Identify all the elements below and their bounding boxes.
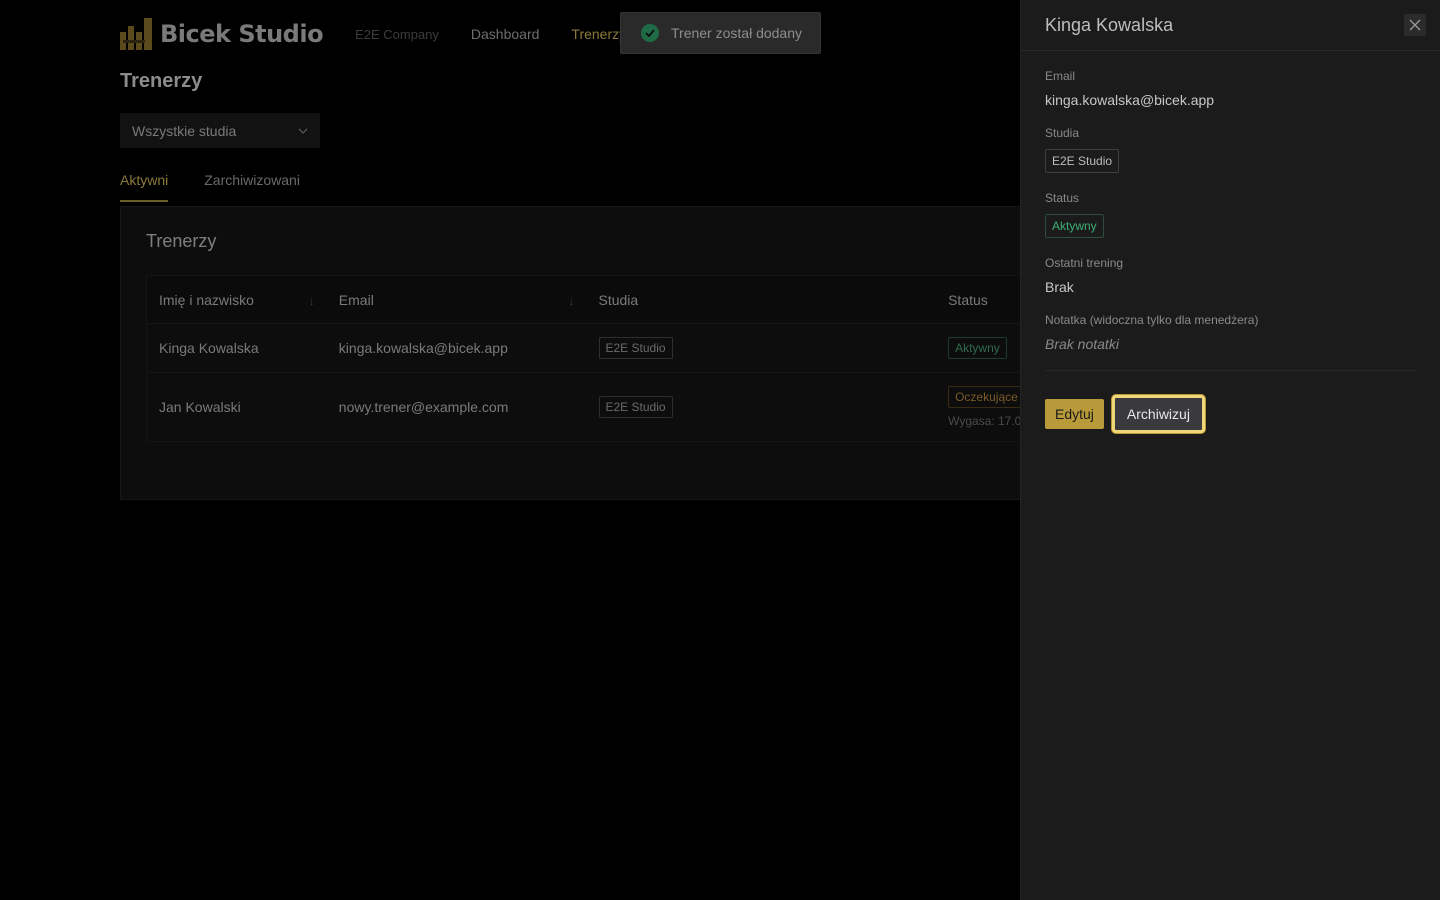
cell-status: Oczekujące Wygasa: 17.0 (936, 386, 1031, 428)
field-label: Email (1045, 69, 1076, 83)
page-title: Trenerzy (120, 70, 203, 92)
top-navigation: Bicek Studio E2E Company Dashboard Trene… (120, 14, 626, 54)
company-name[interactable]: E2E Company (355, 27, 439, 42)
table-header: Imię i nazwisko ↓ Email ↓ Studia Status (147, 276, 1031, 324)
field-label: Studia (1045, 126, 1080, 140)
field-studio: Studia E2E Studio (1045, 126, 1416, 173)
trainer-details-drawer: Kinga Kowalska Email kinga.kowalska@bice… (1020, 0, 1440, 900)
cell-name: Jan Kowalski (159, 399, 241, 415)
status-badge: Oczekujące (948, 386, 1025, 408)
close-button[interactable] (1404, 14, 1426, 36)
field-status: Status Aktywny (1045, 191, 1416, 238)
invite-expiry: Wygasa: 17.0 (948, 414, 1022, 428)
cell-studio: E2E Studio (587, 337, 937, 359)
field-label: Ostatni trening (1045, 256, 1124, 270)
drawer-header: Kinga Kowalska (1021, 0, 1440, 51)
brand-name: Bicek Studio (160, 20, 324, 48)
column-header-name[interactable]: Imię i nazwisko ↓ (147, 292, 327, 308)
toast-message: Trener został dodany (671, 25, 802, 41)
tab-archived[interactable]: Zarchiwizowani (204, 172, 300, 202)
studio-chip: E2E Studio (598, 396, 673, 418)
field-value: Brak (1045, 279, 1074, 295)
edit-button[interactable]: Edytuj (1045, 399, 1104, 429)
chevron-down-icon (298, 125, 308, 137)
drawer-title: Kinga Kowalska (1045, 14, 1174, 35)
cell-email: kinga.kowalska@bicek.app (338, 340, 508, 356)
success-toast: Trener został dodany (620, 12, 821, 54)
card-title: Trenerzy (146, 231, 217, 251)
main-nav: E2E Company Dashboard Trenerzy (355, 26, 626, 42)
field-email: Email kinga.kowalska@bicek.app (1045, 69, 1416, 108)
table-row[interactable]: Jan Kowalski nowy.trener@example.com E2E… (147, 373, 1031, 441)
field-value: kinga.kowalska@bicek.app (1045, 92, 1215, 108)
studio-filter-value: Wszystkie studia (132, 122, 237, 139)
field-last-training: Ostatni trening Brak (1045, 256, 1416, 295)
studio-filter-select[interactable]: Wszystkie studia (120, 113, 320, 148)
cell-studio: E2E Studio (587, 396, 937, 418)
nav-dashboard[interactable]: Dashboard (471, 26, 540, 42)
close-icon (1409, 19, 1421, 31)
cell-email: nowy.trener@example.com (338, 399, 509, 415)
field-value: Brak notatki (1045, 336, 1119, 352)
sort-arrow-icon[interactable]: ↓ (569, 294, 575, 308)
sort-arrow-icon[interactable]: ↓ (309, 294, 315, 308)
nav-trainers[interactable]: Trenerzy (571, 26, 626, 42)
drawer-body: Email kinga.kowalska@bicek.app Studia E2… (1021, 51, 1440, 433)
column-header-status: Status (948, 291, 988, 308)
archive-button[interactable]: Archiwizuj (1111, 395, 1205, 433)
drawer-actions: Edytuj Archiwizuj (1045, 395, 1416, 433)
trainers-table: Imię i nazwisko ↓ Email ↓ Studia Status … (146, 275, 1031, 442)
status-badge: Aktywny (1045, 214, 1104, 238)
tab-active[interactable]: Aktywni (120, 172, 169, 202)
studio-chip: E2E Studio (598, 337, 673, 359)
status-badge: Aktywny (948, 337, 1007, 359)
field-note: Notatka (widoczna tylko dla menedżera) B… (1045, 313, 1416, 352)
cell-status: Aktywny (936, 337, 1031, 359)
field-label: Notatka (widoczna tylko dla menedżera) (1045, 313, 1259, 327)
field-label: Status (1045, 191, 1080, 205)
check-circle-icon (641, 24, 659, 42)
logo-icon (120, 18, 152, 50)
divider (1045, 370, 1416, 371)
trainer-tabs: Aktywni Zarchiwizowani (120, 172, 300, 202)
column-header-email[interactable]: Email ↓ (327, 292, 587, 308)
trainers-card: Trenerzy Imię i nazwisko ↓ Email ↓ Studi… (120, 206, 1031, 500)
cell-name: Kinga Kowalska (159, 340, 259, 356)
table-row[interactable]: Kinga Kowalska kinga.kowalska@bicek.app … (147, 324, 1031, 373)
studio-chip: E2E Studio (1045, 149, 1120, 173)
brand-logo[interactable]: Bicek Studio (120, 18, 324, 50)
column-header-studio: Studia (598, 291, 639, 308)
